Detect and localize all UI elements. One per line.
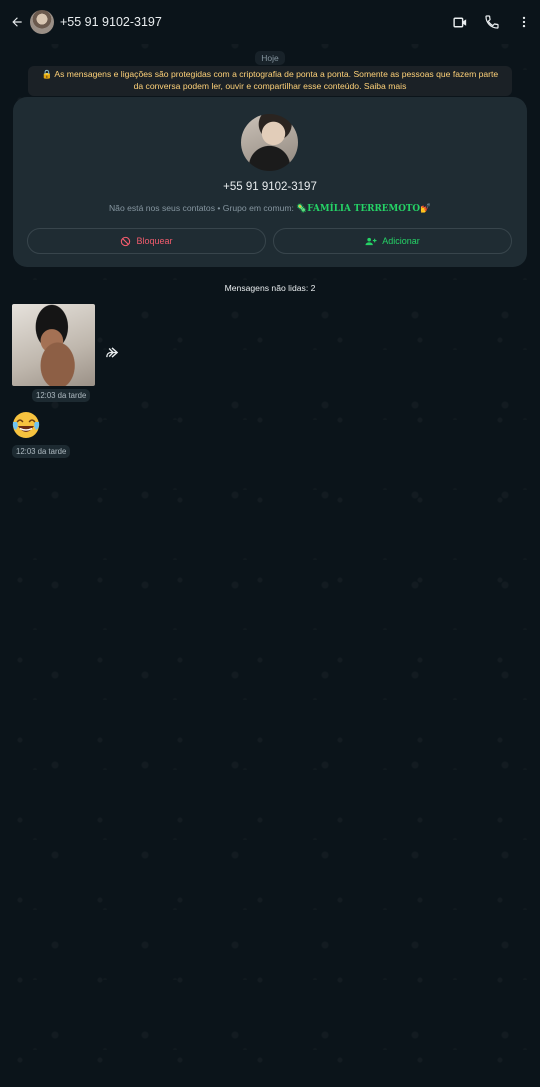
- block-icon: [121, 236, 131, 246]
- video-call-icon: [452, 17, 466, 27]
- voice-call-button[interactable]: [476, 0, 508, 44]
- back-arrow-icon: [12, 17, 22, 27]
- back-button[interactable]: [6, 0, 28, 44]
- forward-button[interactable]: [102, 342, 122, 362]
- add-contact-button[interactable]: Adicionar: [273, 228, 512, 254]
- message-time: 12:03 da tarde: [32, 389, 91, 402]
- chat-header: +55 91 9102-3197: [0, 0, 540, 44]
- phone-icon: [485, 15, 499, 29]
- date-divider: Hoje: [0, 48, 540, 66]
- more-options-button[interactable]: [508, 0, 540, 44]
- contact-name[interactable]: +55 91 9102-3197: [60, 15, 162, 29]
- block-button[interactable]: Bloquear: [27, 228, 266, 254]
- profile-photo[interactable]: [241, 114, 298, 171]
- unread-label: Mensagens não lidas: 2: [224, 283, 316, 293]
- message-time: 12:03 da tarde: [12, 445, 71, 458]
- encryption-notice[interactable]: 🔒 As mensagens e ligações são protegidas…: [28, 66, 512, 96]
- emoji-message[interactable]: [10, 409, 42, 441]
- unread-divider: Mensagens não lidas: 2: [0, 278, 540, 296]
- image-message[interactable]: [12, 304, 95, 386]
- common-group-line: Não está nos seus contatos • Grupo em co…: [13, 203, 527, 214]
- laughing-tears-emoji-icon: [12, 412, 40, 438]
- profile-phone-number: +55 91 9102-3197: [223, 181, 317, 193]
- video-call-button[interactable]: [444, 0, 476, 44]
- avatar[interactable]: [30, 10, 54, 34]
- forward-icon: [106, 346, 119, 358]
- not-in-contacts-text: Não está nos seus contatos • Grupo em co…: [108, 203, 294, 213]
- block-label: Bloquear: [136, 236, 173, 246]
- add-person-icon: [365, 237, 377, 245]
- more-vert-icon: [522, 16, 526, 28]
- contact-info-card: +55 91 9102-3197 Não está nos seus conta…: [13, 97, 527, 267]
- add-label: Adicionar: [382, 236, 420, 246]
- common-group-name[interactable]: 🦠FAMÍLIA TERREMOTO💅: [296, 204, 431, 214]
- date-label: Hoje: [255, 51, 285, 65]
